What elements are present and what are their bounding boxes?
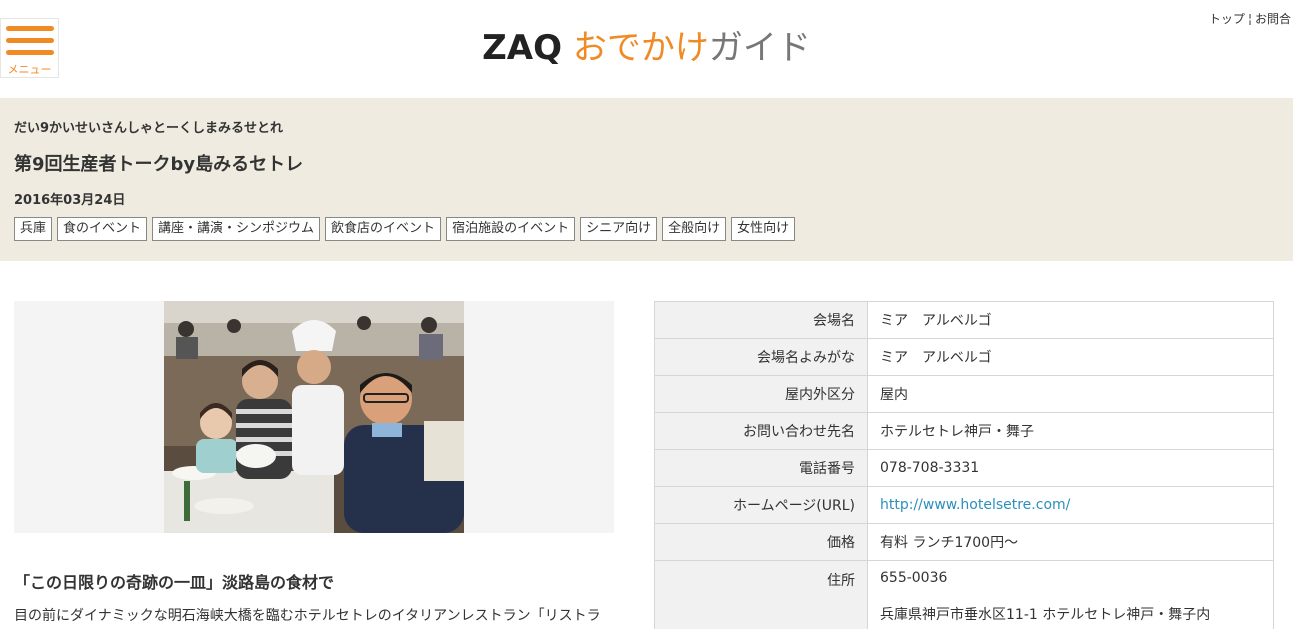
tag-restaurant-event[interactable]: 飲食店のイベント bbox=[325, 217, 442, 241]
address-line: 兵庫県神戸市垂水区11-1 ホテルセトレ神戸・舞子内 bbox=[880, 607, 1211, 623]
postal-code: 655-0036 bbox=[880, 570, 948, 586]
site-logo[interactable]: ZAQ おでかけガイド bbox=[0, 26, 1293, 70]
event-banner: だい9かいせいさんしゃとーくしまみるせとれ 第9回生産者トークby島みるセトレ … bbox=[0, 98, 1293, 261]
tag-general[interactable]: 全般向け bbox=[662, 217, 727, 241]
event-photo bbox=[164, 301, 464, 533]
event-date: 2016年03月24日 bbox=[14, 193, 126, 208]
info-row-venue: 会場名 ミア アルベルゴ bbox=[654, 301, 1274, 339]
article-heading: 「この日限りの奇跡の一皿」淡路島の食材で bbox=[14, 573, 335, 592]
info-table: 会場名 ミア アルベルゴ 会場名よみがな ミア アルベルゴ 屋内外区分 屋内 お… bbox=[654, 301, 1274, 629]
info-row-address: 住所 655-0036 兵庫県神戸市垂水区11-1 ホテルセトレ神戸・舞子内 bbox=[654, 560, 1274, 629]
event-reading: だい9かいせいさんしゃとーくしまみるせとれ bbox=[14, 121, 284, 136]
top-link-contact[interactable]: お問合 bbox=[1255, 12, 1291, 26]
tag-food-event[interactable]: 食のイベント bbox=[57, 217, 148, 241]
info-value: ミア アルベルゴ bbox=[867, 338, 1274, 376]
tag-lecture[interactable]: 講座・講演・シンポジウム bbox=[152, 217, 321, 241]
tag-hyogo[interactable]: 兵庫 bbox=[14, 217, 53, 241]
top-link-home[interactable]: トップ bbox=[1209, 12, 1245, 26]
site-header: メニュー ZAQ おでかけガイド トップ ¦ お問合 bbox=[0, 0, 1293, 98]
photo-frame bbox=[14, 301, 614, 533]
info-row-url: ホームページ(URL) http://www.hotelsetre.com/ bbox=[654, 486, 1274, 524]
logo-guide: ガイド bbox=[708, 28, 811, 68]
info-row-contact: お問い合わせ先名 ホテルセトレ神戸・舞子 bbox=[654, 412, 1274, 450]
info-label: 屋内外区分 bbox=[654, 375, 868, 413]
info-label: 会場名よみがな bbox=[654, 338, 868, 376]
tag-senior[interactable]: シニア向け bbox=[580, 217, 658, 241]
info-label: 価格 bbox=[654, 523, 868, 561]
info-label: お問い合わせ先名 bbox=[654, 412, 868, 450]
logo-zaq: ZAQ bbox=[482, 28, 563, 68]
info-label: ホームページ(URL) bbox=[654, 486, 868, 524]
info-row-phone: 電話番号 078-708-3331 bbox=[654, 449, 1274, 487]
info-row-indoor: 屋内外区分 屋内 bbox=[654, 375, 1274, 413]
info-value: 078-708-3331 bbox=[867, 449, 1274, 487]
info-label: 住所 bbox=[654, 560, 868, 629]
info-label: 電話番号 bbox=[654, 449, 868, 487]
article-body: 目の前にダイナミックな明石海峡大橋を臨むホテルセトレのイタリアンレストラン「リス… bbox=[14, 608, 601, 624]
logo-odekake: おでかけ bbox=[572, 28, 709, 68]
tag-list: 兵庫 食のイベント 講座・講演・シンポジウム 飲食店のイベント 宿泊施設のイベン… bbox=[14, 217, 796, 241]
info-value: 屋内 bbox=[867, 375, 1274, 413]
info-value: ホテルセトレ神戸・舞子 bbox=[867, 412, 1274, 450]
info-row-venue-reading: 会場名よみがな ミア アルベルゴ bbox=[654, 338, 1274, 376]
info-label: 会場名 bbox=[654, 301, 868, 339]
homepage-link[interactable]: http://www.hotelsetre.com/ bbox=[880, 497, 1070, 513]
link-separator: ¦ bbox=[1247, 12, 1252, 26]
info-row-price: 価格 有料 ランチ1700円〜 bbox=[654, 523, 1274, 561]
info-value: 有料 ランチ1700円〜 bbox=[867, 523, 1274, 561]
info-value: ミア アルベルゴ bbox=[867, 301, 1274, 339]
tag-women[interactable]: 女性向け bbox=[731, 217, 796, 241]
top-links: トップ ¦ お問合 bbox=[1209, 10, 1291, 27]
tag-hotel-event[interactable]: 宿泊施設のイベント bbox=[446, 217, 576, 241]
event-title: 第9回生産者トークby島みるセトレ bbox=[14, 154, 304, 175]
